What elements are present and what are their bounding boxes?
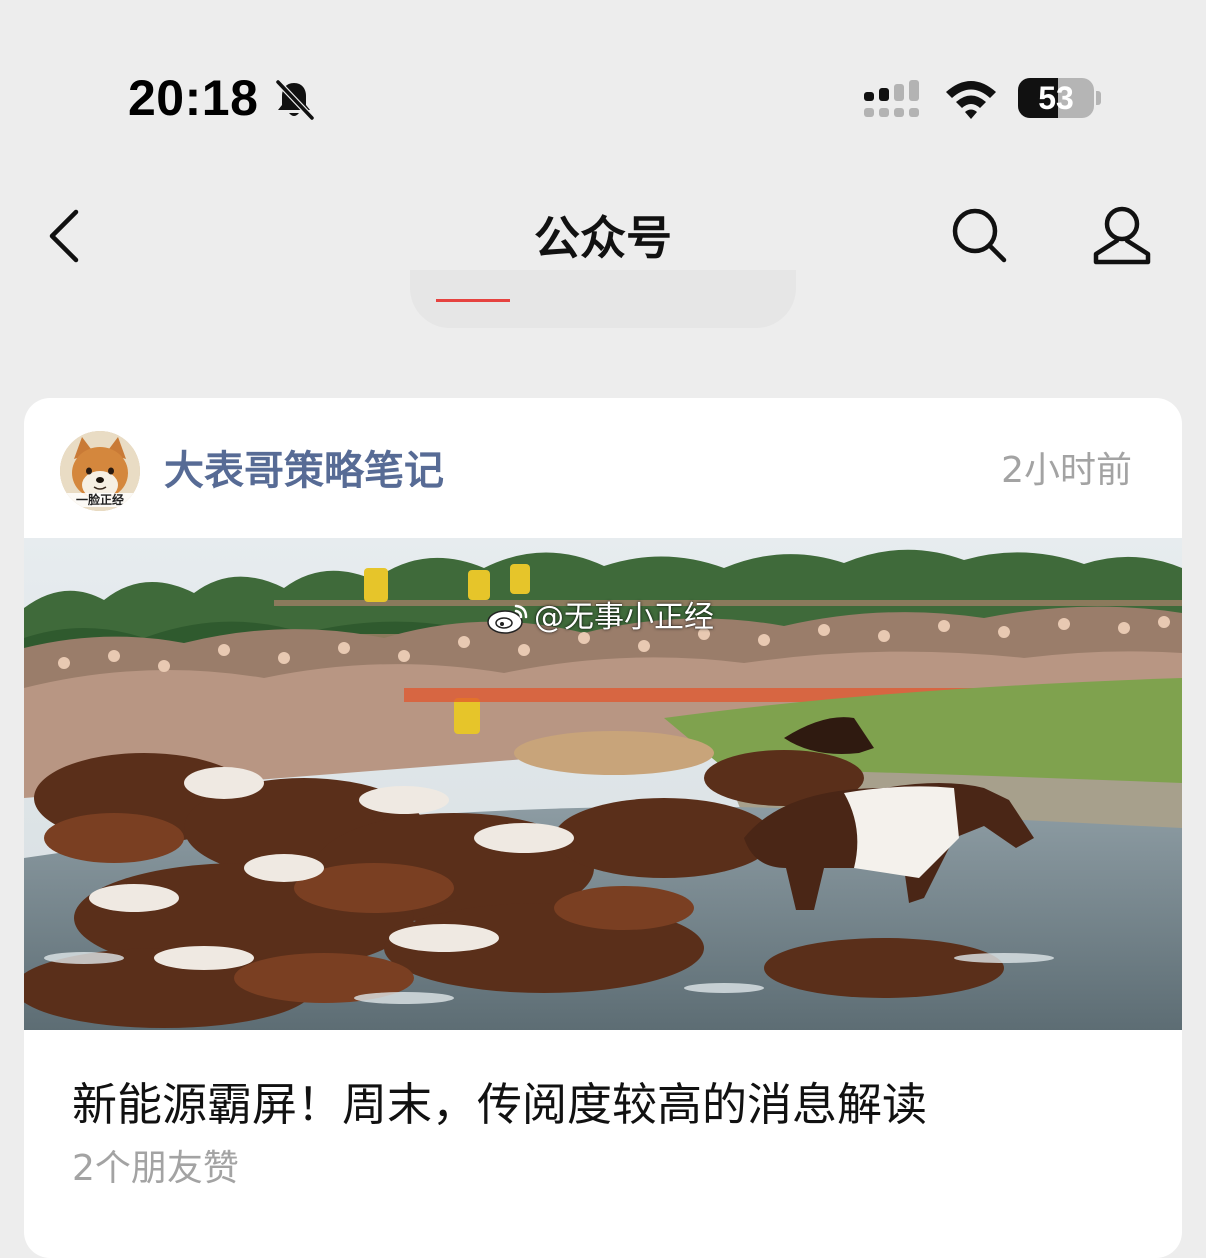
battery-level: 53 — [1038, 80, 1074, 116]
search-icon[interactable] — [948, 204, 1010, 266]
article-card[interactable]: 一脸正经 大表哥策略笔记 2小时前 @无事小正经 新能源霸屏！周末，传阅度较高的… — [24, 398, 1182, 1258]
avatar[interactable]: 一脸正经 — [60, 431, 140, 511]
battery-cap — [1096, 91, 1101, 105]
watermark-text: @无事小正经 — [534, 600, 714, 635]
status-time: 20:18 — [128, 70, 259, 126]
weibo-icon — [487, 604, 528, 634]
avatar-caption: 一脸正经 — [60, 493, 140, 507]
cellular-signal-icon — [864, 80, 919, 117]
previous-card-accent — [436, 299, 510, 302]
cover-image[interactable]: @无事小正经 — [24, 538, 1182, 1030]
wifi-icon — [946, 81, 996, 119]
page-title: 公众号 — [534, 211, 672, 265]
post-time: 2小时前 — [1001, 450, 1132, 491]
cover-watermark: @无事小正经 — [486, 598, 714, 638]
status-bar: 20:18 53 — [0, 0, 1206, 190]
article-title[interactable]: 新能源霸屏！周末，传阅度较高的消息解读 — [72, 1074, 927, 1136]
person-icon[interactable] — [1088, 204, 1156, 266]
battery-icon: 53 — [1018, 78, 1094, 118]
bell-muted-icon — [275, 79, 315, 121]
account-name[interactable]: 大表哥策略笔记 — [164, 444, 444, 498]
friends-likes: 2个朋友赞 — [72, 1148, 239, 1189]
